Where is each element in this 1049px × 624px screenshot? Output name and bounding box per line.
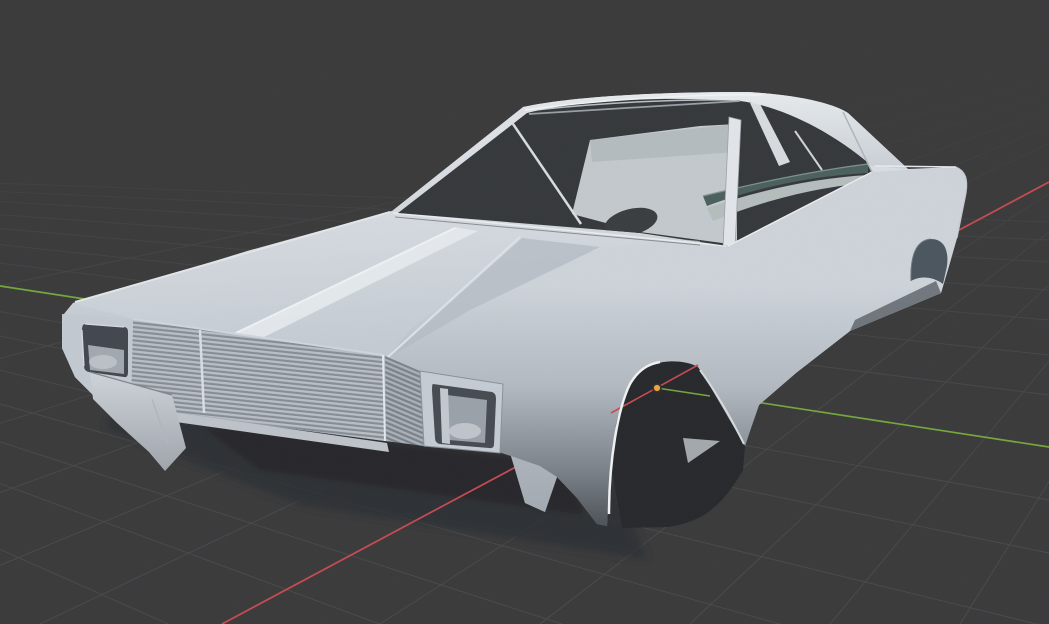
3d-viewport[interactable] xyxy=(0,0,1049,624)
dither-noise-overlay xyxy=(0,0,1049,624)
